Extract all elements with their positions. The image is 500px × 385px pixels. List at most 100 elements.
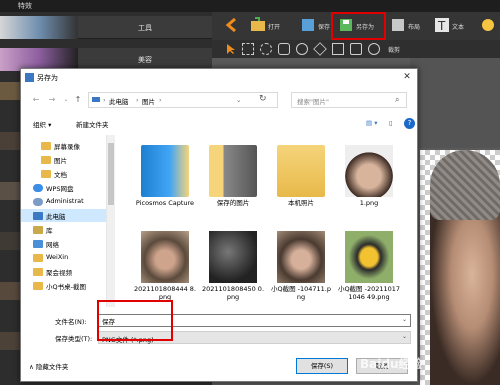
effect-thumb[interactable] bbox=[0, 332, 22, 350]
tree-item-label: 网络 bbox=[46, 241, 59, 249]
rectangle-icon[interactable] bbox=[332, 43, 344, 55]
folder-icon bbox=[41, 142, 51, 150]
folder-thumbnail bbox=[141, 145, 189, 197]
tree-item-label: 图片 bbox=[54, 157, 67, 165]
tree-item[interactable]: 聚会视频 bbox=[21, 265, 106, 278]
back-arrow-icon bbox=[225, 17, 236, 33]
tree-item-label: 文档 bbox=[54, 171, 67, 179]
effect-thumb[interactable] bbox=[0, 82, 22, 100]
highlight-filename-type bbox=[97, 300, 173, 341]
new-folder-button[interactable]: 新建文件夹 bbox=[76, 119, 109, 129]
tree-item-label: 屏幕录像 bbox=[54, 143, 80, 151]
oval-icon[interactable] bbox=[368, 43, 380, 55]
text-button[interactable]: T 文本 bbox=[434, 15, 474, 37]
filename-label: 文件名(N): bbox=[55, 318, 87, 326]
pane-icon[interactable]: ▯ bbox=[389, 119, 393, 127]
diamond-icon[interactable] bbox=[313, 42, 327, 56]
file-name: Picosmos Capture bbox=[135, 199, 195, 207]
image-thumbnail bbox=[277, 231, 325, 283]
open-label: 打开 bbox=[268, 24, 281, 31]
tree-item-selected[interactable]: 此电脑 bbox=[21, 209, 106, 222]
tree-item[interactable]: WPS网盘 bbox=[21, 181, 106, 194]
computer-icon bbox=[92, 97, 100, 102]
library-icon bbox=[33, 226, 43, 234]
forward-arrow-icon[interactable]: → bbox=[47, 95, 57, 105]
file-name: 小Q截图 -104711.png bbox=[270, 285, 332, 301]
open-button[interactable]: 打开 bbox=[250, 15, 290, 37]
editor-titlebar: 特效 bbox=[0, 0, 500, 12]
effect-thumb[interactable] bbox=[0, 282, 22, 300]
back-button[interactable] bbox=[224, 15, 240, 37]
tab-tools[interactable]: 工具 bbox=[0, 16, 212, 39]
layout-button[interactable]: 布局 bbox=[390, 15, 426, 37]
dialog-titlebar: 另存为 ✕ bbox=[21, 69, 417, 86]
tree-item[interactable]: 小Q书桌-截图 bbox=[21, 279, 106, 292]
file-item[interactable]: 小Q截图 -202110171046 49.png bbox=[337, 227, 401, 307]
rect-select-icon[interactable] bbox=[242, 43, 254, 55]
tree-item[interactable]: 网络 bbox=[21, 237, 106, 250]
rounded-rect-icon[interactable] bbox=[278, 43, 290, 55]
close-icon[interactable]: ✕ bbox=[400, 71, 414, 83]
search-placeholder: 搜索"图片" bbox=[297, 98, 329, 106]
save-button[interactable]: 保存 bbox=[300, 15, 332, 37]
network-icon bbox=[33, 240, 43, 248]
effect-thumb[interactable] bbox=[0, 132, 22, 150]
file-name: 本机照片 bbox=[288, 199, 314, 207]
tab-tools-label: 工具 bbox=[138, 24, 152, 32]
tree-item[interactable]: 图片 bbox=[21, 153, 106, 166]
file-item[interactable]: 本机照片 bbox=[269, 141, 333, 227]
file-item[interactable]: Picosmos Capture bbox=[133, 141, 197, 227]
folder-icon bbox=[33, 268, 43, 276]
chevron-down-icon[interactable]: ⌄ bbox=[402, 333, 407, 340]
tree-item[interactable]: 库 bbox=[21, 223, 106, 236]
search-input[interactable]: 搜索"图片" ⌕ bbox=[291, 92, 407, 108]
folder-icon bbox=[41, 170, 51, 178]
organize-menu[interactable]: 组织 ▾ bbox=[33, 119, 51, 129]
hide-folders-toggle[interactable]: ∧ 隐藏文件夹 bbox=[29, 361, 68, 371]
tree-scrollbar[interactable] bbox=[107, 135, 115, 307]
help-icon[interactable]: ? bbox=[404, 118, 415, 129]
file-item[interactable]: 2021101808450 0.png bbox=[201, 227, 265, 307]
effect-thumb[interactable] bbox=[0, 232, 22, 250]
pointer-icon[interactable] bbox=[226, 43, 236, 55]
svg-text:T: T bbox=[437, 19, 446, 33]
breadcrumb-pictures[interactable]: 图片 bbox=[142, 96, 155, 106]
user-icon bbox=[33, 198, 43, 206]
file-item[interactable]: 2021101808444 8.png bbox=[133, 227, 197, 307]
crop-label[interactable]: 裁剪 bbox=[388, 45, 400, 54]
folder-icon bbox=[33, 254, 43, 262]
file-item[interactable]: 小Q截图 -104711.png bbox=[269, 227, 333, 307]
folder-icon bbox=[33, 282, 43, 290]
tree-item-label: 此电脑 bbox=[46, 213, 66, 221]
save-icon bbox=[302, 19, 314, 31]
circle-icon[interactable] bbox=[296, 43, 308, 55]
image-thumbnail bbox=[209, 231, 257, 283]
tree-item[interactable]: 屏幕录像 bbox=[21, 139, 106, 152]
image-thumbnail bbox=[345, 231, 393, 283]
ellipse-select-icon[interactable] bbox=[260, 43, 272, 55]
chevron-down-icon[interactable]: ⌄ bbox=[61, 95, 71, 105]
address-bar[interactable]: › 此电脑 › 图片 › ⌄ ↻ bbox=[88, 92, 278, 108]
square-icon[interactable] bbox=[350, 43, 362, 55]
file-item[interactable]: 保存的图片 bbox=[201, 141, 265, 227]
tree-item[interactable]: 文档 bbox=[21, 167, 106, 180]
navigation-tree: 屏幕录像 图片 文档 WPS网盘 Administrat 此电脑 库 网络 We… bbox=[21, 135, 107, 307]
more-tools-button[interactable] bbox=[480, 15, 496, 37]
refresh-icon[interactable]: ↻ bbox=[259, 94, 267, 104]
breadcrumb-this-pc[interactable]: 此电脑 bbox=[109, 96, 129, 106]
navigation-row: ← → ⌄ ↑ › 此电脑 › 图片 › ⌄ ↻ 搜索"图片" ⌕ bbox=[21, 89, 417, 111]
tree-item[interactable]: Administrat bbox=[21, 195, 106, 208]
tab-beauty-label: 美容 bbox=[138, 56, 152, 64]
scrollbar-thumb[interactable] bbox=[108, 143, 114, 205]
tree-item-label: WeiXin bbox=[46, 253, 69, 261]
tree-item[interactable]: WeiXin bbox=[21, 251, 106, 264]
dropdown-chevron-icon[interactable]: ⌄ bbox=[236, 96, 241, 104]
filename-row: 文件名(N): 保存 ⌄ bbox=[21, 313, 417, 328]
effect-thumb[interactable] bbox=[0, 182, 22, 200]
file-item[interactable]: 1.png bbox=[337, 141, 401, 227]
back-arrow-icon[interactable]: ← bbox=[31, 95, 41, 105]
save-confirm-button[interactable]: 保存(S) bbox=[296, 358, 348, 374]
view-options-icon[interactable]: ▤ ▾ bbox=[366, 119, 377, 127]
up-arrow-icon[interactable]: ↑ bbox=[73, 95, 83, 105]
chevron-down-icon[interactable]: ⌄ bbox=[402, 316, 407, 323]
